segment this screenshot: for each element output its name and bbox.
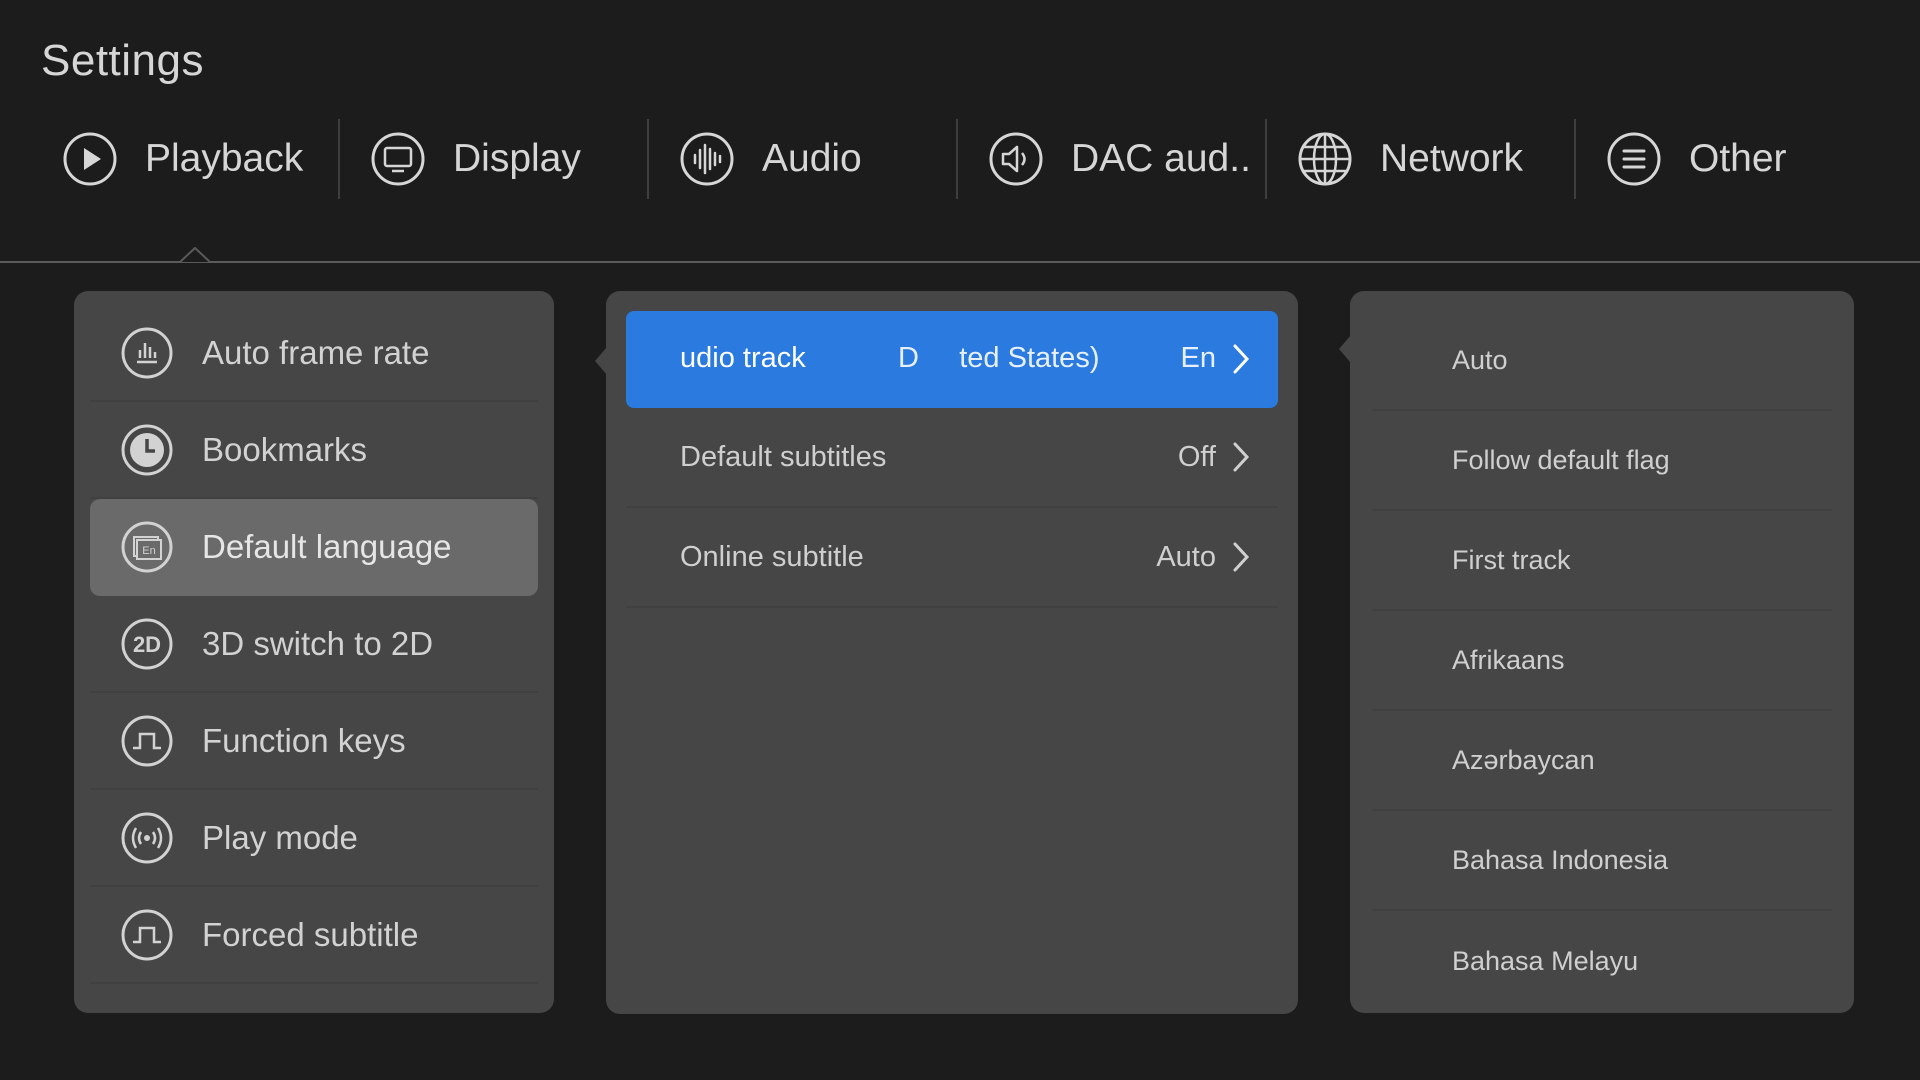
pulse-icon: [120, 714, 174, 768]
row-label: udio track: [680, 342, 806, 374]
menu-icon: [1606, 131, 1662, 187]
broadcast-icon: [120, 811, 174, 865]
menu-item-forced-subtitle[interactable]: Forced subtitle: [90, 887, 538, 984]
option-item[interactable]: Azərbaycan: [1372, 711, 1832, 811]
monitor-icon: [370, 131, 426, 187]
option-item[interactable]: Bahasa Indonesia: [1372, 811, 1832, 911]
play-icon: [62, 131, 118, 187]
tab-display[interactable]: Display: [338, 118, 647, 200]
default-subtitles-row[interactable]: Default subtitles Off: [626, 408, 1278, 508]
language-options-panel: Auto Follow default flag First track Afr…: [1350, 291, 1854, 1013]
tab-other[interactable]: Other: [1574, 118, 1883, 200]
tab-label: Display: [453, 137, 581, 180]
row-value: Auto: [1156, 540, 1216, 573]
language-icon: En: [120, 520, 174, 574]
svg-text:En: En: [142, 545, 155, 557]
option-item[interactable]: Bahasa Melayu: [1372, 911, 1832, 1011]
tab-label: Other: [1689, 137, 1787, 180]
menu-item-label: Bookmarks: [202, 430, 368, 468]
default-audio-track-row[interactable]: udio track D ted States) En: [626, 311, 1278, 408]
svg-text:2D: 2D: [133, 632, 161, 657]
tab-audio[interactable]: Audio: [647, 118, 956, 200]
language-settings-panel: udio track D ted States) En Default subt…: [606, 291, 1298, 1014]
option-item[interactable]: Follow default flag: [1372, 411, 1832, 511]
settings-screen: Settings Playback Display Audio DAC aud.…: [0, 0, 1920, 1080]
menu-item-play-mode[interactable]: Play mode: [90, 790, 538, 887]
row-value: D ted States): [898, 342, 1100, 374]
chevron-right-icon: [1233, 542, 1250, 572]
tab-divider: [0, 261, 1920, 263]
row-value: Off: [1177, 440, 1216, 473]
pulse-icon: [120, 908, 174, 962]
menu-item-label: Play mode: [202, 818, 358, 856]
globe-icon: [1297, 131, 1353, 187]
tab-label: Playback: [145, 137, 304, 180]
menu-item-default-language[interactable]: En Default language: [90, 499, 538, 596]
row-label: Default subtitles: [680, 440, 887, 473]
clock-icon: [120, 423, 174, 477]
option-item[interactable]: Afrikaans: [1372, 611, 1832, 711]
menu-item-bookmarks[interactable]: Bookmarks: [90, 402, 538, 499]
option-item[interactable]: First track: [1372, 511, 1832, 611]
tab-label: DAC aud..: [1071, 137, 1251, 180]
tab-label: Network: [1380, 137, 1524, 180]
tab-network[interactable]: Network: [1265, 118, 1574, 200]
tab-label: Audio: [762, 137, 862, 180]
page-title: Settings: [41, 36, 204, 85]
menu-item-label: Default language: [202, 527, 452, 565]
row-label: Online subtitle: [680, 540, 864, 573]
tab-dac-audio[interactable]: DAC aud..: [956, 118, 1265, 200]
online-subtitle-row[interactable]: Online subtitle Auto: [626, 508, 1278, 608]
tab-playback[interactable]: Playback: [30, 118, 338, 200]
category-tabs: Playback Display Audio DAC aud.. Network: [30, 118, 1890, 200]
option-item[interactable]: Auto: [1372, 311, 1832, 411]
2d-icon: 2D: [120, 617, 174, 671]
audio-wave-icon: [679, 131, 735, 187]
speaker-icon: [988, 131, 1044, 187]
active-tab-caret: [180, 247, 210, 263]
menu-item-label: Function keys: [202, 721, 406, 759]
menu-item-label: Auto frame rate: [202, 333, 430, 371]
menu-item-function-keys[interactable]: Function keys: [90, 693, 538, 790]
settings-menu-panel: Auto frame rate Bookmarks En Default lan…: [74, 291, 554, 1013]
chevron-right-icon: [1233, 442, 1250, 472]
menu-item-3d-switch-to-2d[interactable]: 2D 3D switch to 2D: [90, 596, 538, 693]
menu-item-auto-frame-rate[interactable]: Auto frame rate: [90, 305, 538, 402]
chevron-right-icon: [1233, 344, 1250, 373]
menu-item-label: Forced subtitle: [202, 915, 419, 953]
bar-chart-icon: [120, 326, 174, 380]
menu-item-label: 3D switch to 2D: [202, 624, 434, 662]
row-value-secondary: En: [1180, 342, 1216, 374]
